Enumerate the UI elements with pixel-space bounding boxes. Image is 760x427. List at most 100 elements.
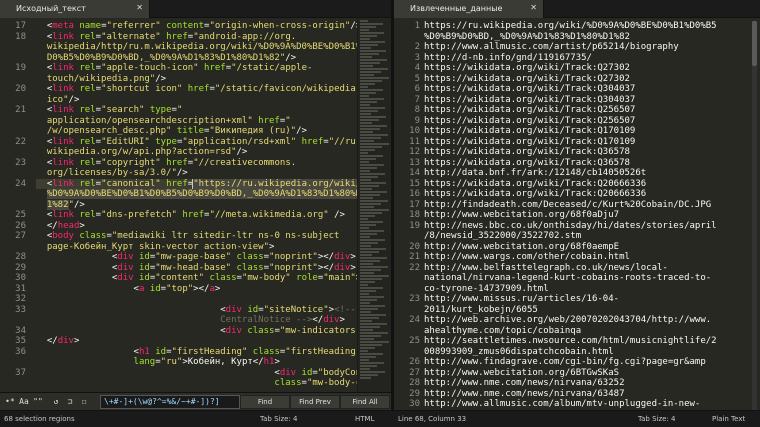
text-line[interactable]: https://wikidata.org/wiki/Track:Q304037	[424, 84, 760, 95]
text-line[interactable]: http://web.archive.org/web/2007020204370…	[424, 315, 760, 326]
extracted-data-editor[interactable]: 1 2 3 4 5 6 7 8 9 10 11 12 13 14 15 16 17 18 19 20 21 22 23 24 2…	[394, 19, 760, 410]
code-line[interactable]: <link rel="copyright" href="//creativeco…	[36, 158, 391, 169]
code-line[interactable]: <link rel="apple-touch-icon" href="/stat…	[36, 63, 391, 74]
line-number: 17	[15, 21, 26, 31]
vertical-scrollbar[interactable]	[752, 21, 757, 410]
code-line[interactable]: class="mw-body-content"	[36, 378, 391, 389]
code-line[interactable]: <link rel="canonical" href="https://ru.w…	[36, 178, 391, 189]
text-line[interactable]: https://wikidata.org/wiki/Track:Q256507	[424, 105, 760, 116]
code-line[interactable]: <body class="mediawiki ltr sitedir-ltr n…	[36, 231, 391, 242]
code-line[interactable]: <div id="siteNotice"><!--	[36, 305, 391, 316]
code-line[interactable]: <div id="bodyContent"	[36, 368, 391, 379]
text-line[interactable]: https://wikidata.org/wiki/Track:Q2066633…	[424, 189, 760, 200]
text-line[interactable]: https://wikidata.org/wiki/Track:Q36578	[424, 147, 760, 158]
code-line[interactable]: page-Кобейн_Курт skin-vector action-view…	[36, 242, 391, 253]
text-line[interactable]: co-tyrone-14737909.html	[424, 284, 760, 295]
text-line[interactable]: national/nirvana-legend-kurt-cobains-roo…	[424, 273, 760, 284]
text-line[interactable]: https://wikidata.org/wiki/Track:Q27302	[424, 74, 760, 85]
code-line[interactable]: D0%B5%D0%B9%D0%BD,_%D0%9A%D1%83%D1%80%D1…	[36, 53, 391, 64]
code-line[interactable]: <div id="mw-page-base" class="noprint"><…	[36, 252, 391, 263]
code-line[interactable]: </head>	[36, 221, 391, 232]
text-line[interactable]: http://d-nb.info/gnd/119167735/	[424, 53, 760, 64]
text-line[interactable]: http://www.webcitation.org/6BTGwSKaS	[424, 368, 760, 379]
code-line[interactable]: touch/wikipedia.png"/>	[36, 74, 391, 85]
wrap-toggle-icon[interactable]: ↺	[50, 396, 62, 408]
code-line[interactable]: %D0%9A%D0%BE%D0%B1%D0%B5%D0%B9%D0%BD,_%D…	[36, 189, 391, 200]
text-line[interactable]: http://seattletimes.nwsource.com/html/mu…	[424, 336, 760, 347]
code-line[interactable]: </div>	[36, 336, 391, 347]
text-line[interactable]: %D0%B9%D0%BD,_%D0%9A%D1%83%D1%80%D1%82	[424, 32, 760, 43]
tab-source-text[interactable]: Исходный_текст ✕	[0, 0, 150, 18]
text-line[interactable]: http://findadeath.com/Deceased/c/Kurt%20…	[424, 200, 760, 211]
code-area[interactable]: <meta name="referrer" content="origin-wh…	[36, 21, 391, 389]
code-line[interactable]	[36, 294, 391, 305]
source-code-editor[interactable]: 17 18 19 20 21 22 23 24 25 26 27 28 29 30 31 32 33 34 35 36…	[0, 19, 391, 410]
text-line[interactable]: http://www.findagrave.com/cgi-bin/fg.cgi…	[424, 357, 760, 368]
code-line[interactable]: <div id="content" class="mw-body" role="…	[36, 273, 391, 284]
code-line[interactable]: <link rel="EditURI" type="application/rs…	[36, 137, 391, 148]
close-icon[interactable]: ✕	[530, 3, 537, 12]
find-prev-button[interactable]: Find Prev	[290, 395, 340, 409]
scrollbar-thumb[interactable]	[752, 21, 757, 66]
minimap-line	[360, 296, 384, 298]
code-line[interactable]: /w/opensearch_desc.php" title="Википедия…	[36, 126, 391, 137]
text-line[interactable]: https://wikidata.org/wiki/Track:Q304037	[424, 95, 760, 106]
code-line[interactable]: <div class="mw-indicators">	[36, 326, 391, 337]
text-line[interactable]: http://www.belfasttelegraph.co.uk/news/l…	[424, 263, 760, 274]
text-line[interactable]: https://wikidata.org/wiki/Track:Q256507	[424, 116, 760, 127]
code-line[interactable]: <link rel="alternate" href="android-app:…	[36, 32, 391, 43]
text-line[interactable]: https://wikidata.org/wiki/Track:Q170109	[424, 137, 760, 148]
left-tab-size-status[interactable]: Tab Size: 4	[260, 415, 297, 423]
text-line[interactable]: 008993909_zmus06dispatchcobain.html	[424, 347, 760, 358]
code-line[interactable]: <h1 id="firstHeading" class="firstHeadin…	[36, 347, 391, 358]
right-syntax-status[interactable]: Plain Text	[712, 415, 745, 423]
code-line[interactable]: application/opensearchdescription+xml" h…	[36, 116, 391, 127]
text-line[interactable]: https://wikidata.org/wiki/Track:Q2066633…	[424, 179, 760, 190]
text-line[interactable]: http://www.nme.com/news/nirvana/63252	[424, 378, 760, 389]
minimap-line	[360, 47, 371, 49]
code-line[interactable]: <div id="mw-head-base" class="noprint"><…	[36, 263, 391, 274]
text-line[interactable]: /8/newsid_3522000/3522702.stm	[424, 231, 760, 242]
code-line[interactable]: <link rel="shortcut icon" href="/static/…	[36, 84, 391, 95]
text-area[interactable]: https://ru.wikipedia.org/wiki/%D0%9A%D0%…	[424, 21, 760, 410]
code-line[interactable]: lang="ru">Кобейн, Курт</h1>	[36, 357, 391, 368]
text-line[interactable]: http://www.webcitation.org/68f0aempE	[424, 242, 760, 253]
case-sensitive-toggle-icon[interactable]: Aa	[18, 396, 30, 408]
code-line[interactable]: wikipedia.org/w/api.php?action=rsd"/>	[36, 147, 391, 158]
find-button[interactable]: Find	[240, 395, 290, 409]
find-all-button[interactable]: Find All	[340, 395, 390, 409]
code-line[interactable]: <link rel="search" type="	[36, 105, 391, 116]
code-line[interactable]: org/licenses/by-sa/3.0/"/>	[36, 168, 391, 179]
left-syntax-status[interactable]: HTML	[355, 415, 374, 423]
code-line[interactable]: <a id="top"></a>	[36, 284, 391, 295]
code-line[interactable]: wikipedia/http/ru.m.wikipedia.org/wiki/%…	[36, 42, 391, 53]
close-icon[interactable]: ✕	[136, 3, 143, 12]
whole-word-toggle-icon[interactable]: ""	[32, 396, 44, 408]
find-input[interactable]: \+#-]+(\w@?^=%&/~+#-])?]	[100, 395, 240, 409]
text-line[interactable]: https://ru.wikipedia.org/wiki/%D0%9A%D0%…	[424, 21, 760, 32]
text-line[interactable]: https://wikidata.org/wiki/Track:Q36578	[424, 158, 760, 169]
text-line[interactable]: http://www.allmusic.com/album/mtv-unplug…	[424, 399, 760, 410]
minimap[interactable]	[357, 19, 391, 410]
text-line[interactable]: https://wikidata.org/wiki/Track:Q170109	[424, 126, 760, 137]
code-line[interactable]: CentralNotice --></div>	[36, 315, 391, 326]
right-tab-size-status[interactable]: Tab Size: 4	[638, 415, 675, 423]
code-line[interactable]: <link rel="dns-prefetch" href="//meta.wi…	[36, 210, 391, 221]
highlight-matches-toggle-icon[interactable]: ☐	[78, 396, 90, 408]
in-selection-toggle-icon[interactable]: ⊐	[64, 396, 76, 408]
text-line[interactable]: http://www.nme.com/news/nirvana/63487	[424, 389, 760, 400]
text-line[interactable]: http://www.allmusic.com/artist/p65214/bi…	[424, 42, 760, 53]
text-line[interactable]: 2011/kurt_kobejn/6055	[424, 305, 760, 316]
text-line[interactable]: http://data.bnf.fr/ark:/12148/cb14050526…	[424, 168, 760, 179]
text-line[interactable]: http://www.webcitation.org/68f0aDju7	[424, 210, 760, 221]
text-line[interactable]: ahealthyme.com/topic/cobainqa	[424, 326, 760, 337]
text-line[interactable]: http://www.missus.ru/articles/16-04-	[424, 294, 760, 305]
text-line[interactable]: http://www.wargs.com/other/cobain.html	[424, 252, 760, 263]
regex-toggle-icon[interactable]: •*	[4, 396, 16, 408]
tab-extracted-data[interactable]: Извлеченные_данные ✕	[394, 0, 544, 18]
code-line[interactable]: 1%82"/>	[36, 199, 391, 211]
code-line[interactable]: <meta name="referrer" content="origin-wh…	[36, 21, 391, 32]
text-line[interactable]: https://wikidata.org/wiki/Track:Q27302	[424, 63, 760, 74]
text-line[interactable]: http://news.bbc.co.uk/onthisday/hi/dates…	[424, 221, 760, 232]
code-line[interactable]: ico"/>	[36, 95, 391, 106]
